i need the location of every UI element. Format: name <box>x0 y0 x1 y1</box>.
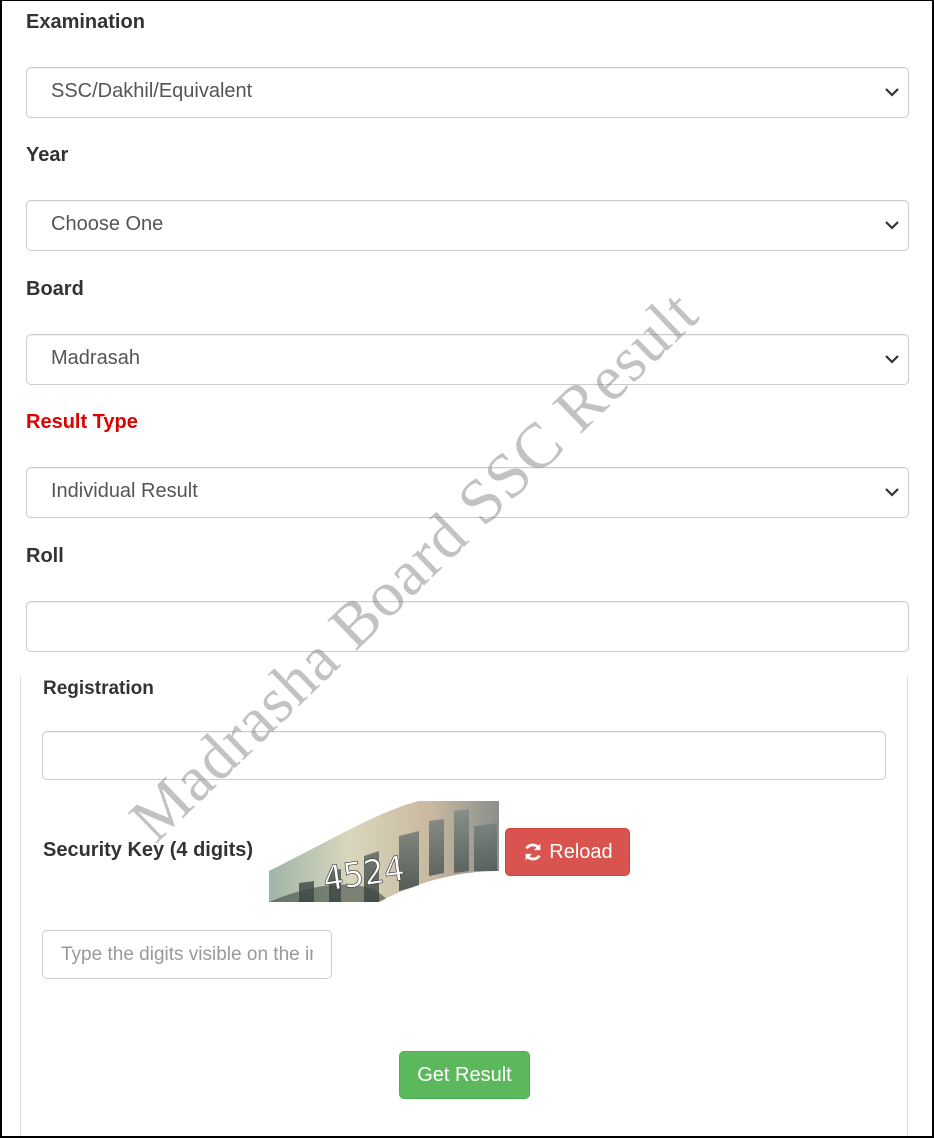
chevron-down-icon <box>885 488 899 497</box>
examination-label: Examination <box>26 11 145 33</box>
captcha-image: 4524 <box>269 801 499 902</box>
roll-label: Roll <box>26 545 64 567</box>
chevron-down-icon <box>885 88 899 97</box>
roll-input[interactable] <box>26 601 909 652</box>
security-key-input[interactable] <box>42 930 332 979</box>
board-select[interactable]: Madrasah <box>26 334 909 385</box>
examination-select[interactable]: SSC/Dakhil/Equivalent <box>26 67 909 118</box>
board-selected-value: Madrasah <box>51 347 140 369</box>
chevron-down-icon <box>885 355 899 364</box>
result-type-label: Result Type <box>26 411 138 433</box>
result-form-page: Examination SSC/Dakhil/Equivalent Year C… <box>0 0 934 1138</box>
registration-input[interactable] <box>42 731 886 780</box>
examination-selected-value: SSC/Dakhil/Equivalent <box>51 80 253 102</box>
result-type-selected-value: Individual Result <box>51 480 198 502</box>
year-select[interactable]: Choose One <box>26 200 909 251</box>
get-result-button[interactable]: Get Result <box>399 1051 530 1099</box>
year-label: Year <box>26 144 69 166</box>
year-selected-value: Choose One <box>51 213 164 235</box>
result-type-select[interactable]: Individual Result <box>26 467 909 518</box>
board-label: Board <box>26 278 84 300</box>
reload-label: Reload <box>549 840 613 863</box>
chevron-down-icon <box>885 221 899 230</box>
registration-label: Registration <box>43 678 154 699</box>
refresh-icon <box>525 843 541 861</box>
security-key-label: Security Key (4 digits) <box>43 839 254 861</box>
reload-captcha-button[interactable]: Reload <box>505 828 630 876</box>
